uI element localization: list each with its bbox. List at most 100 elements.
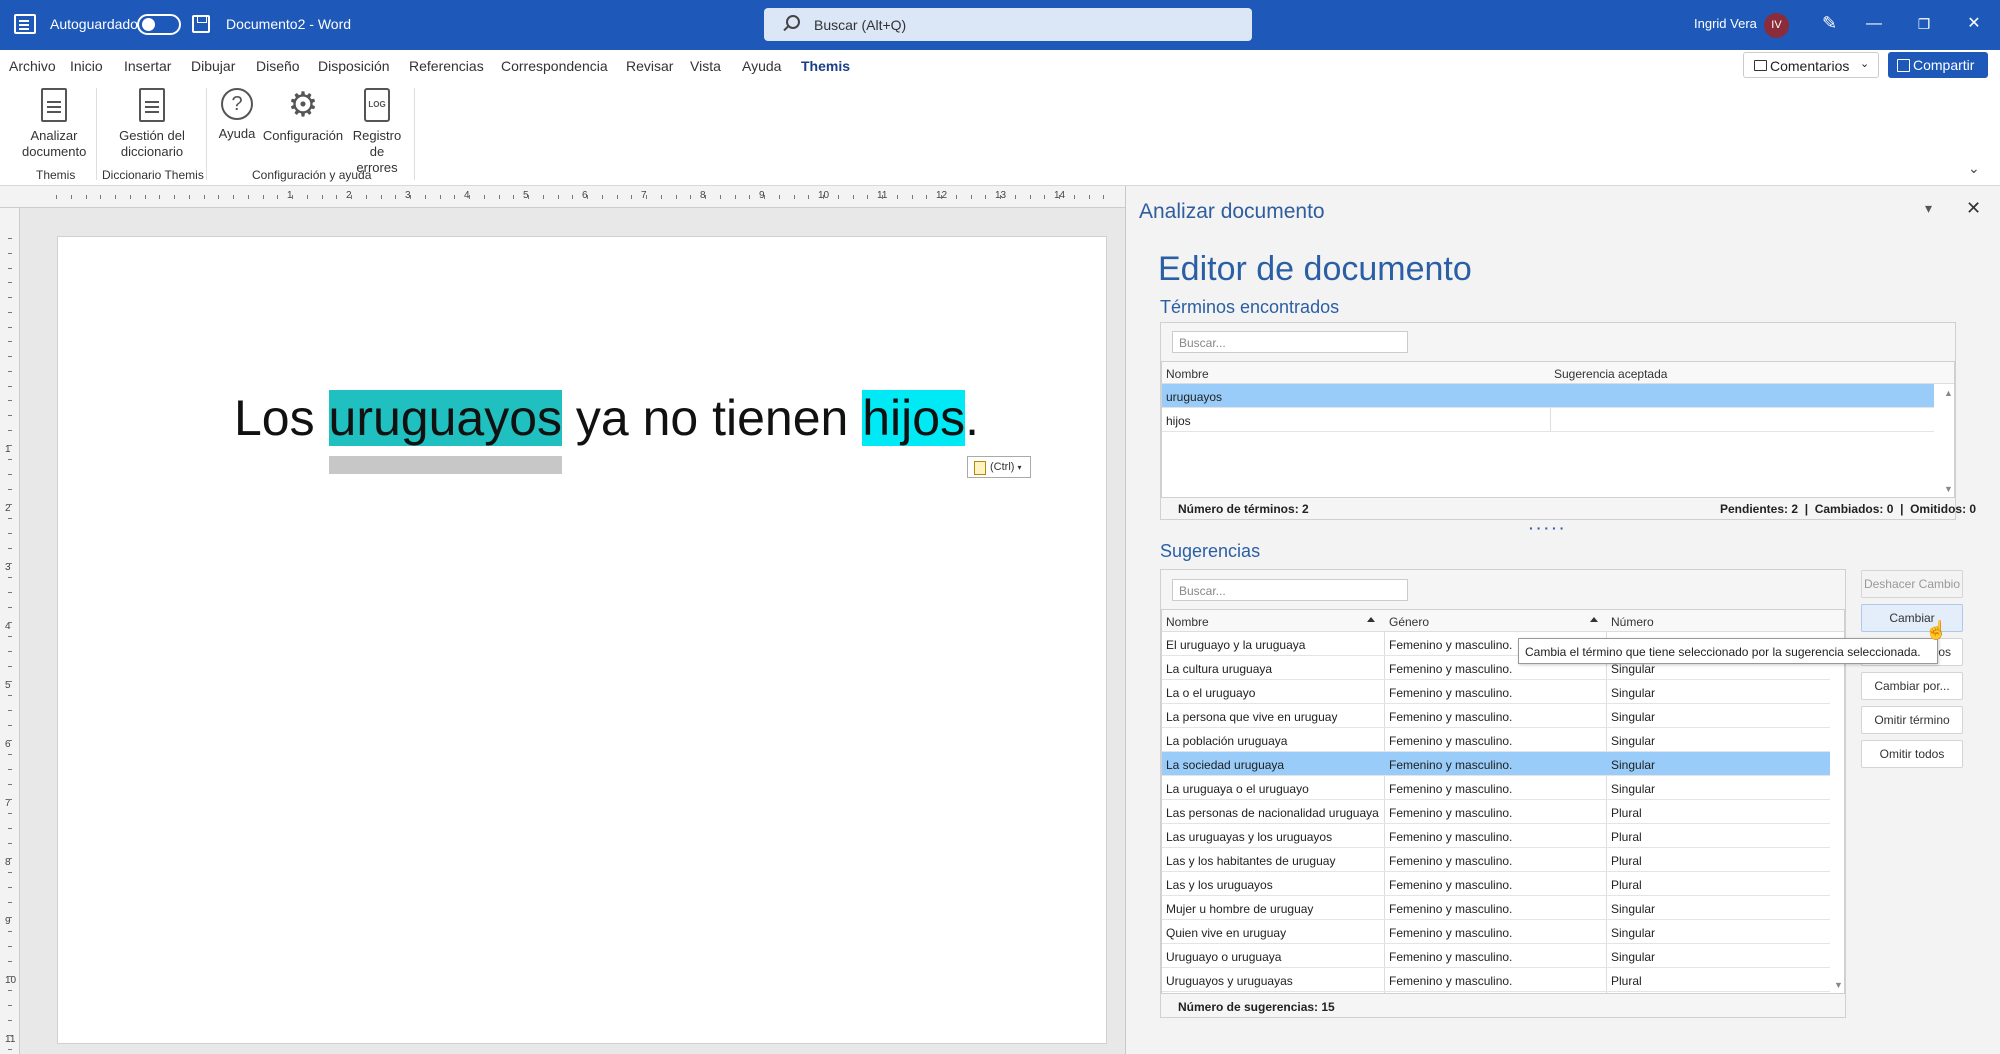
- avatar[interactable]: IV: [1764, 13, 1789, 38]
- table-row[interactable]: Quien vive en uruguay Femenino y masculin…: [1162, 920, 1830, 944]
- ruler-tick: [129, 195, 131, 199]
- vruler-number: 6: [5, 739, 11, 750]
- tab-revisar[interactable]: Revisar: [626, 58, 673, 74]
- change-button[interactable]: Cambiar: [1861, 604, 1963, 632]
- scroll-up-icon[interactable]: ▲: [1944, 388, 1953, 398]
- tab-diseno[interactable]: Diseño: [256, 58, 300, 74]
- vruler-tick: [8, 769, 12, 770]
- col-sugerencia-aceptada[interactable]: Sugerencia aceptada: [1554, 367, 1667, 381]
- table-row[interactable]: Las y los habitantes de uruguay Femenino …: [1162, 848, 1830, 872]
- tab-referencias[interactable]: Referencias: [409, 58, 484, 74]
- table-row[interactable]: La o el uruguayo Femenino y masculino. Sin…: [1162, 680, 1830, 704]
- vertical-ruler[interactable]: 1 2 3 4 5 6 7 8 9 10 11: [0, 208, 20, 1054]
- col-nombre[interactable]: Nombre: [1166, 367, 1209, 381]
- scroll-down-icon[interactable]: ▼: [1834, 980, 1843, 990]
- vruler-tick: [8, 238, 12, 239]
- vruler-tick: [8, 459, 12, 461]
- chevron-down-icon[interactable]: ⌄: [1968, 160, 1980, 177]
- tab-inicio[interactable]: Inicio: [70, 58, 103, 74]
- table-row[interactable]: La sociedad uruguaya Femenino y masculino…: [1162, 752, 1830, 776]
- table-row[interactable]: La población uruguaya Femenino y masculin…: [1162, 728, 1830, 752]
- ayuda-button[interactable]: ? Ayuda: [216, 88, 258, 142]
- ruler-tick: [719, 195, 721, 199]
- tab-insertar[interactable]: Insertar: [124, 58, 171, 74]
- highlighted-term-uruguayos[interactable]: uruguayos: [328, 390, 563, 446]
- change-to-button[interactable]: Cambiar por...: [1861, 672, 1963, 700]
- tab-dibujar[interactable]: Dibujar: [191, 58, 235, 74]
- tab-ayuda[interactable]: Ayuda: [742, 58, 781, 74]
- skip-term-button[interactable]: Omitir término: [1861, 706, 1963, 734]
- vruler-tick: [8, 901, 12, 903]
- search-box[interactable]: Buscar (Alt+Q): [764, 8, 1252, 41]
- comments-button[interactable]: Comentarios ⌄: [1743, 52, 1879, 78]
- restore-button[interactable]: ❐: [1909, 11, 1939, 37]
- table-row[interactable]: La uruguaya o el uruguayo Femenino y masc…: [1162, 776, 1830, 800]
- highlighted-term-hijos[interactable]: hijos: [862, 390, 966, 446]
- ruler-tick: [882, 195, 883, 199]
- term-name: hijos: [1166, 414, 1191, 428]
- ruler-tick: [144, 195, 146, 199]
- tab-themis[interactable]: Themis: [801, 58, 851, 83]
- configuracion-button[interactable]: ⚙ Configuración: [262, 88, 344, 144]
- suggestion-name: El uruguayo y la uruguaya: [1166, 638, 1306, 652]
- table-row[interactable]: Las y los uruguayos Femenino y masculino.…: [1162, 872, 1830, 896]
- tab-archivo[interactable]: Archivo: [9, 58, 56, 74]
- undo-change-button[interactable]: Deshacer Cambio: [1861, 570, 1963, 598]
- col-numero[interactable]: Número: [1611, 615, 1654, 629]
- pen-icon[interactable]: ✎: [1822, 14, 1840, 32]
- sort-asc-icon[interactable]: [1590, 617, 1598, 622]
- table-row[interactable]: Uruguayos y uruguayas Femenino y masculin…: [1162, 968, 1830, 992]
- table-row[interactable]: La persona que vive en uruguay Femenino y…: [1162, 704, 1830, 728]
- vruler-tick: [8, 828, 12, 829]
- minimize-button[interactable]: —: [1859, 11, 1889, 37]
- suggestion-name: La uruguaya o el uruguayo: [1166, 782, 1309, 796]
- save-icon[interactable]: [192, 15, 210, 33]
- panel-options-icon[interactable]: ▾: [1925, 200, 1932, 217]
- col-nombre[interactable]: Nombre: [1166, 615, 1209, 629]
- share-button[interactable]: Compartir: [1888, 52, 1988, 78]
- registro-errores-button[interactable]: LOG Registro de errores: [348, 88, 406, 176]
- ruler-tick: [734, 195, 736, 199]
- text-before: Los: [234, 390, 329, 446]
- vruler-tick: [8, 857, 12, 859]
- suggestion-numero: Singular: [1611, 710, 1656, 724]
- table-row[interactable]: Las uruguayas y los uruguayos Femenino y …: [1162, 824, 1830, 848]
- ruler-tick: [749, 195, 751, 199]
- sort-asc-icon[interactable]: [1367, 617, 1375, 622]
- close-button[interactable]: ✕: [1959, 11, 1989, 37]
- tab-vista[interactable]: Vista: [690, 58, 721, 74]
- vruler-tick: [8, 577, 12, 579]
- paste-options-button[interactable]: (Ctrl) ▾: [967, 456, 1031, 478]
- analizar-documento-button[interactable]: Analizar documento: [22, 88, 86, 160]
- ruler-tick: [926, 195, 928, 199]
- table-row[interactable]: Mujer u hombre de uruguay Femenino y masc…: [1162, 896, 1830, 920]
- panel-close-icon[interactable]: ✕: [1966, 198, 1981, 219]
- user-name[interactable]: Ingrid Vera: [1694, 16, 1757, 31]
- table-row[interactable]: Las personas de nacionalidad uruguaya Fem…: [1162, 800, 1830, 824]
- document-text[interactable]: Los uruguayos ya no tienen hijos.: [234, 386, 979, 450]
- splitter-handle[interactable]: ·····: [1529, 520, 1567, 536]
- vruler-tick: [8, 282, 12, 284]
- scroll-down-icon[interactable]: ▼: [1944, 484, 1953, 494]
- autosave-toggle[interactable]: [137, 14, 181, 35]
- col-genero[interactable]: Género: [1389, 615, 1429, 629]
- gear-icon: ⚙: [287, 86, 319, 124]
- horizontal-ruler[interactable]: 1234567891011121314: [0, 186, 1125, 208]
- vruler-tick: [8, 695, 12, 697]
- vruler-number: 4: [5, 621, 11, 632]
- ruler-tick: [1044, 195, 1046, 199]
- skip-all-button[interactable]: Omitir todos: [1861, 740, 1963, 768]
- terms-search-input[interactable]: Buscar...: [1172, 331, 1408, 353]
- document-title: Documento2 - Word: [226, 16, 352, 32]
- gestion-diccionario-button[interactable]: Gestión del diccionario: [114, 88, 190, 160]
- suggestions-search-input[interactable]: Buscar...: [1172, 579, 1408, 601]
- table-row[interactable]: Uruguayo o uruguaya Femenino y masculino.…: [1162, 944, 1830, 968]
- tab-correspondencia[interactable]: Correspondencia: [501, 58, 608, 74]
- table-row[interactable]: hijos: [1162, 408, 1934, 432]
- tab-disposicion[interactable]: Disposición: [318, 58, 390, 74]
- chevron-down-icon: ▾: [1017, 463, 1022, 472]
- document-page[interactable]: [57, 236, 1107, 1044]
- suggestion-genero: Femenino y masculino.: [1389, 902, 1513, 916]
- ruler-tick: [941, 195, 942, 199]
- table-row[interactable]: uruguayos: [1162, 384, 1934, 408]
